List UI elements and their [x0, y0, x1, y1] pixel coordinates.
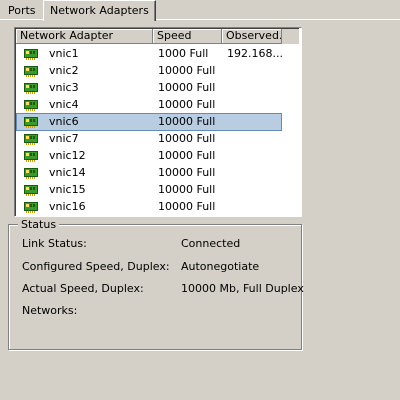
tab-content: Network Adapter Speed Observed... vnic1 1…	[0, 20, 400, 400]
adapter-name: vnic1	[49, 47, 79, 60]
adapter-row[interactable]: vnic12 10000 Full	[16, 147, 301, 164]
adapter-row[interactable]: vnic7 10000 Full	[16, 130, 301, 147]
network-card-icon	[24, 201, 38, 213]
network-card-icon	[24, 82, 38, 94]
adapter-speed: 10000 Full	[158, 166, 216, 179]
adapter-row[interactable]: vnic3 10000 Full	[16, 79, 301, 96]
column-header-network-adapter[interactable]: Network Adapter	[16, 29, 153, 44]
actual-speed-value: 10000 Mb, Full Duplex	[181, 282, 304, 295]
configured-speed-label: Configured Speed, Duplex:	[22, 260, 170, 273]
network-card-icon	[24, 99, 38, 111]
status-group-title: Status	[18, 218, 60, 231]
tab-ports[interactable]: Ports	[2, 2, 42, 19]
adapter-speed: 10000 Full	[158, 183, 216, 196]
adapter-observed: 192.168...	[227, 47, 283, 60]
adapter-row[interactable]: vnic1 1000 Full 192.168...	[16, 45, 301, 62]
adapter-row[interactable]: vnic2 10000 Full	[16, 62, 301, 79]
adapter-row[interactable]: vnic14 10000 Full	[16, 164, 301, 181]
configured-speed-value: Autonegotiate	[181, 260, 260, 273]
adapter-speed: 10000 Full	[158, 200, 216, 213]
network-card-icon	[24, 48, 38, 60]
link-status-value: Connected	[181, 237, 241, 250]
column-header-observed[interactable]: Observed...	[222, 29, 282, 44]
adapter-name: vnic14	[49, 166, 86, 179]
network-card-icon	[24, 184, 38, 196]
network-card-icon	[24, 133, 38, 145]
network-card-icon	[24, 116, 38, 128]
adapter-row[interactable]: vnic4 10000 Full	[16, 96, 301, 113]
network-card-icon	[24, 150, 38, 162]
adapter-row[interactable]: vnic16 10000 Full	[16, 198, 301, 215]
adapter-speed: 1000 Full	[158, 47, 209, 60]
adapter-name: vnic12	[49, 149, 86, 162]
adapter-name: vnic16	[49, 200, 86, 213]
adapter-speed: 10000 Full	[158, 64, 216, 77]
adapter-name: vnic15	[49, 183, 86, 196]
networks-label: Networks:	[22, 304, 78, 317]
adapter-name: vnic4	[49, 98, 79, 111]
list-rows: vnic1 1000 Full 192.168... vnic2 10000 Full v…	[16, 45, 301, 215]
adapter-speed: 10000 Full	[158, 149, 216, 162]
list-edge	[299, 28, 301, 216]
adapter-row[interactable]: vnic6 10000 Full	[16, 113, 301, 131]
adapter-name: vnic2	[49, 64, 79, 77]
actual-speed-label: Actual Speed, Duplex:	[22, 282, 144, 295]
adapter-row[interactable]: vnic15 10000 Full	[16, 181, 301, 198]
adapter-speed: 10000 Full	[158, 98, 216, 111]
column-header-speed[interactable]: Speed	[153, 29, 222, 44]
network-card-icon	[24, 65, 38, 77]
adapter-name: vnic7	[49, 132, 79, 145]
adapter-name: vnic6	[49, 115, 79, 128]
network-adapter-list[interactable]: Network Adapter Speed Observed... vnic1 1…	[14, 27, 302, 217]
adapter-name: vnic3	[49, 81, 79, 94]
list-header: Network Adapter Speed Observed...	[16, 29, 301, 44]
tab-strip: Ports Network Adapters	[0, 0, 400, 21]
adapter-speed: 10000 Full	[158, 81, 216, 94]
tab-network-adapters[interactable]: Network Adapters	[43, 0, 156, 21]
network-card-icon	[24, 167, 38, 179]
adapter-speed: 10000 Full	[158, 132, 216, 145]
adapter-speed: 10000 Full	[158, 115, 216, 128]
link-status-label: Link Status:	[22, 237, 87, 250]
